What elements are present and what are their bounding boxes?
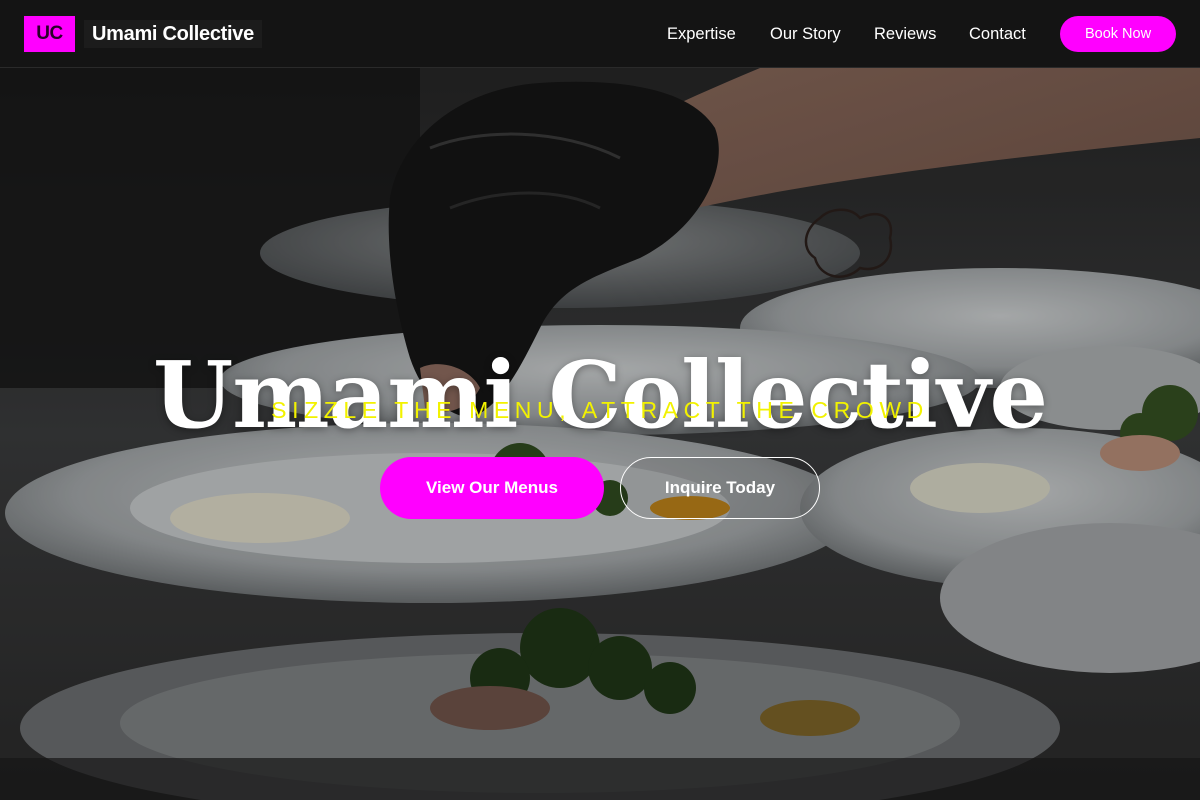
- book-now-button[interactable]: Book Now: [1060, 16, 1176, 52]
- hero-title: Umami Collective: [153, 340, 1048, 449]
- nav-link-contact[interactable]: Contact: [969, 24, 1026, 44]
- nav-link-reviews[interactable]: Reviews: [874, 24, 936, 44]
- hero-section: Umami Collective SIZZLE THE MENU, ATTRAC…: [0, 68, 1200, 800]
- view-menus-button[interactable]: View Our Menus: [380, 457, 604, 519]
- site-header: UC Umami Collective Expertise Our Story …: [0, 0, 1200, 68]
- inquire-today-button[interactable]: Inquire Today: [620, 457, 820, 519]
- hero-tagline: SIZZLE THE MENU, ATTRACT THE CROWD: [271, 397, 929, 423]
- logo-badge[interactable]: UC: [24, 16, 75, 52]
- nav-link-our-story[interactable]: Our Story: [770, 24, 841, 44]
- nav-link-expertise[interactable]: Expertise: [667, 24, 736, 44]
- brand-name[interactable]: Umami Collective: [84, 20, 262, 48]
